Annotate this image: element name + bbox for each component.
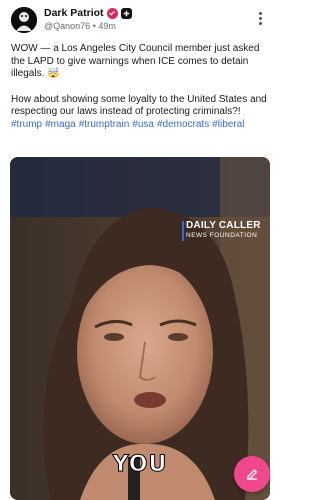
author-name[interactable]: Dark Patriot — [44, 7, 104, 19]
hashtag-link[interactable]: #trumptrain — [79, 119, 130, 132]
hashtag-link[interactable]: #maga — [45, 119, 76, 132]
post-meta: @Qanon76 • 49m — [44, 21, 116, 31]
daily-caller-logo: DAILY CALLER NEWS FOUNDATION — [182, 220, 261, 241]
post-header: Dark Patriot @Qanon76 • 49m — [0, 0, 281, 42]
avatar-image — [11, 7, 37, 33]
more-vertical-icon[interactable] — [253, 10, 267, 28]
hashtag-link[interactable]: #trump — [11, 119, 42, 132]
post-text-paragraph-2: How about showing some loyalty to the Un… — [11, 93, 267, 118]
compose-icon — [247, 469, 258, 480]
plus-badge-icon — [120, 7, 132, 19]
post-time: 49m — [98, 21, 116, 31]
hashtag-link[interactable]: #liberal — [212, 119, 244, 132]
video-frame — [10, 157, 270, 500]
avatar[interactable] — [11, 7, 37, 33]
logo-title: DAILY CALLER — [186, 220, 261, 231]
logo-subtitle: NEWS FOUNDATION — [186, 232, 258, 239]
video-player[interactable]: DAILY CALLER NEWS FOUNDATION YOU — [10, 157, 270, 500]
compose-button[interactable] — [234, 456, 270, 492]
post-text-paragraph-1: WOW — a Los Angeles City Council member … — [11, 43, 260, 79]
post-body: WOW — a Los Angeles City Council member … — [11, 43, 273, 131]
verified-badge-icon — [106, 7, 118, 19]
hashtag-list: #trump #maga #trumptrain #usa #democrats… — [11, 119, 273, 132]
meta-separator: • — [92, 21, 96, 31]
video-caption: YOU — [112, 452, 168, 478]
author-row: Dark Patriot — [44, 7, 132, 19]
author-handle[interactable]: @Qanon76 — [44, 21, 90, 31]
hashtag-link[interactable]: #usa — [132, 119, 154, 132]
hashtag-link[interactable]: #democrats — [157, 119, 209, 132]
